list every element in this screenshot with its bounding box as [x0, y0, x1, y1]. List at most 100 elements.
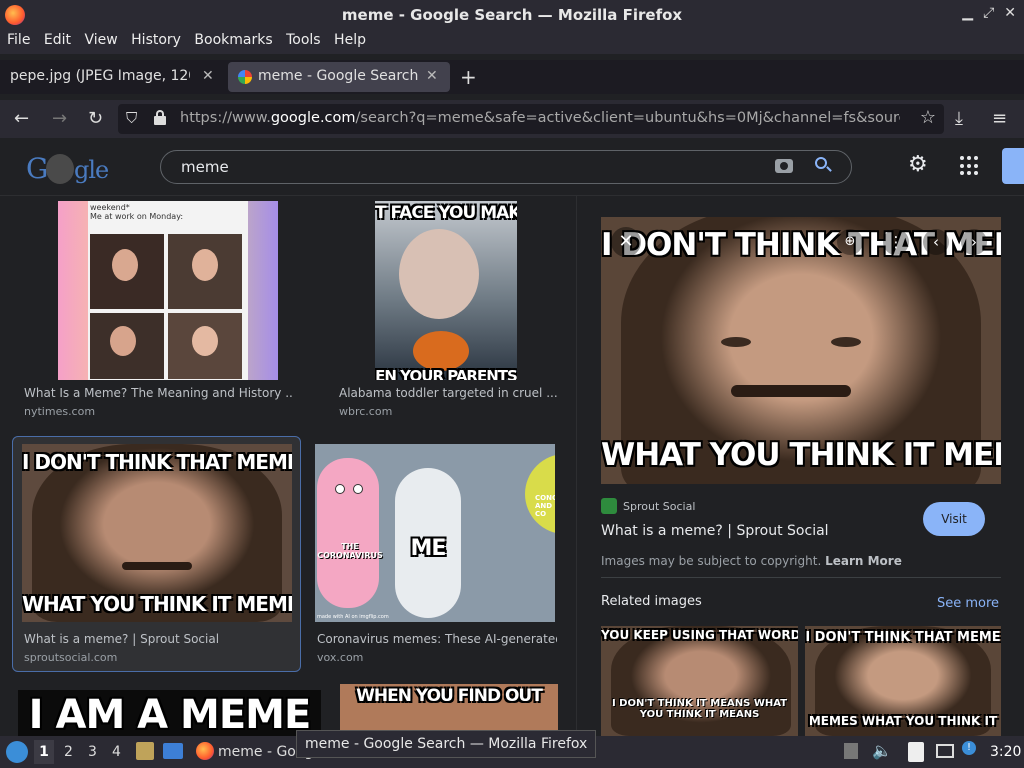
- previous-image-icon[interactable]: ‹: [923, 229, 949, 255]
- image-result-card[interactable]: CONC AND CO THE CORONAVIRUS ME made with…: [306, 436, 566, 672]
- minimize-icon[interactable]: ▁: [962, 5, 973, 21]
- image-result-card[interactable]: WHEN YOU FIND OUT: [340, 684, 558, 736]
- workspace-4[interactable]: 4: [112, 744, 121, 760]
- tab-label: meme - Google Search: [258, 68, 419, 84]
- image-result-card[interactable]: I AM A MEME: [18, 690, 321, 736]
- menu-bookmarks[interactable]: Bookmarks: [194, 32, 272, 48]
- tab-pepe[interactable]: pepe.jpg (JPEG Image, 1200 ✕: [0, 62, 224, 92]
- window-title: meme - Google Search — Mozilla Firefox: [341, 6, 683, 24]
- result-source: nytimes.com: [24, 405, 96, 418]
- image-result-card[interactable]: T FACE YOU MAKI EN YOUR PARENTS Alabama …: [312, 200, 562, 428]
- meme-caption: MEMES WHAT YOU THINK IT: [808, 714, 998, 728]
- start-menu-icon[interactable]: [6, 741, 28, 763]
- image-preview-panel: I DON'T THINK THAT MEMES WHAT YOU THINK …: [576, 196, 1024, 736]
- meme-caption: WHAT YOU THINK IT MEMES: [22, 592, 292, 616]
- learn-more-link[interactable]: Learn More: [825, 554, 902, 568]
- google-header: G gle ⚙: [0, 138, 1024, 196]
- result-thumbnail[interactable]: I DON'T THINK THAT MEMES WHAT YOU THINK …: [22, 444, 292, 622]
- bookmark-star-icon[interactable]: ☆: [920, 107, 936, 128]
- meme-caption: weekend* Me at work on Monday:: [90, 203, 184, 221]
- preview-site-name[interactable]: Sprout Social: [623, 500, 695, 513]
- workspace-2[interactable]: 2: [64, 744, 73, 760]
- url-text[interactable]: https://www.google.com/search?q=meme&saf…: [180, 110, 900, 126]
- workspace-3[interactable]: 3: [88, 744, 97, 760]
- menu-view[interactable]: View: [84, 32, 117, 48]
- reload-icon[interactable]: ↻: [88, 108, 103, 129]
- menu-history[interactable]: History: [131, 32, 181, 48]
- result-title[interactable]: Coronavirus memes: These AI-generated ..…: [317, 632, 557, 646]
- close-tab-icon[interactable]: ✕: [426, 68, 438, 84]
- notification-icon[interactable]: !: [962, 741, 976, 755]
- maximize-icon[interactable]: ⤢: [983, 5, 994, 21]
- meme-caption: made with AI on imgflip.com: [317, 614, 389, 620]
- result-title[interactable]: Alabama toddler targeted in cruel ...: [339, 386, 559, 400]
- window-titlebar: meme - Google Search — Mozilla Firefox ▁…: [0, 0, 1024, 30]
- result-thumbnail[interactable]: I AM A MEME: [18, 690, 321, 736]
- image-result-card-selected[interactable]: I DON'T THINK THAT MEMES WHAT YOU THINK …: [12, 436, 301, 672]
- menu-edit[interactable]: Edit: [44, 32, 71, 48]
- tray-up-icon[interactable]: [844, 743, 858, 759]
- search-icon[interactable]: [815, 157, 832, 172]
- meme-caption: THE CORONAVIRUS: [317, 542, 383, 560]
- workspace-1[interactable]: 1: [34, 740, 54, 764]
- network-icon[interactable]: [936, 744, 954, 758]
- menu-file[interactable]: File: [7, 32, 30, 48]
- result-title[interactable]: What Is a Meme? The Meaning and History …: [24, 386, 294, 400]
- file-manager-icon[interactable]: [136, 742, 154, 760]
- lock-icon[interactable]: [154, 110, 166, 125]
- result-thumbnail[interactable]: CONC AND CO THE CORONAVIRUS ME made with…: [315, 444, 555, 622]
- taskbar-firefox-icon[interactable]: [196, 742, 214, 760]
- visit-button[interactable]: Visit: [923, 502, 985, 536]
- search-box[interactable]: [160, 150, 852, 184]
- menu-bar: File Edit View History Bookmarks Tools H…: [0, 30, 1024, 54]
- forward-icon[interactable]: →: [52, 108, 67, 129]
- see-more-link[interactable]: See more: [937, 596, 999, 611]
- camera-icon[interactable]: [775, 159, 793, 173]
- result-thumbnail[interactable]: weekend* Me at work on Monday:: [58, 201, 278, 380]
- more-options-icon[interactable]: ⋮: [883, 229, 909, 255]
- image-results-grid: weekend* Me at work on Monday: What Is a…: [0, 196, 576, 736]
- clipboard-icon[interactable]: [908, 742, 924, 762]
- result-source: sproutsocial.com: [24, 651, 118, 664]
- back-icon[interactable]: ←: [14, 108, 29, 129]
- settings-gear-icon[interactable]: ⚙: [908, 152, 928, 177]
- next-image-icon[interactable]: ›: [961, 229, 987, 255]
- preview-image[interactable]: I DON'T THINK THAT MEMES WHAT YOU THINK …: [601, 217, 1001, 484]
- menu-help[interactable]: Help: [334, 32, 366, 48]
- meme-caption: I DON'T THINK IT MEANS WHAT YOU THINK IT…: [611, 698, 788, 720]
- related-image[interactable]: I DON'T THINK THAT MEME MEMES WHAT YOU T…: [805, 626, 1001, 736]
- app-menu-icon[interactable]: ≡: [992, 108, 1007, 129]
- shield-icon[interactable]: ⛉: [126, 109, 137, 127]
- clock[interactable]: 3:20: [990, 744, 1021, 760]
- result-thumbnail[interactable]: T FACE YOU MAKI EN YOUR PARENTS: [375, 201, 517, 380]
- meme-caption: CONC AND CO: [535, 494, 555, 518]
- close-window-icon[interactable]: ✕: [1004, 5, 1016, 21]
- result-thumbnail[interactable]: WHEN YOU FIND OUT: [340, 684, 558, 736]
- preview-title[interactable]: What is a meme? | Sprout Social: [601, 523, 829, 539]
- new-tab-icon[interactable]: +: [460, 65, 477, 89]
- close-preview-icon[interactable]: ✕: [611, 227, 641, 257]
- downloads-icon[interactable]: ⤓: [955, 108, 963, 129]
- tab-label: pepe.jpg (JPEG Image, 1200: [10, 68, 190, 84]
- meme-caption: YOU KEEP USING THAT WORD.: [601, 628, 798, 642]
- close-tab-icon[interactable]: ✕: [202, 68, 214, 84]
- desktop-icon[interactable]: [163, 743, 183, 759]
- meme-caption: WHAT YOU THINK IT MEMES: [601, 437, 1001, 473]
- meme-caption: I DON'T THINK THAT MEMES: [22, 450, 292, 474]
- search-input[interactable]: [181, 157, 741, 177]
- google-doodle-logo[interactable]: G gle: [26, 152, 116, 186]
- tab-google-search[interactable]: meme - Google Search ✕: [228, 62, 450, 92]
- menu-tools[interactable]: Tools: [286, 32, 321, 48]
- sign-in-button[interactable]: [1002, 148, 1024, 184]
- share-icon[interactable]: ⊕: [837, 229, 863, 255]
- related-image[interactable]: YOU KEEP USING THAT WORD. I DON'T THINK …: [601, 626, 798, 736]
- meme-caption: ME: [410, 536, 447, 561]
- volume-icon[interactable]: 🔈: [872, 741, 892, 760]
- image-result-card[interactable]: weekend* Me at work on Monday: What Is a…: [14, 200, 300, 428]
- url-bar[interactable]: ⛉ https://www.google.com/search?q=meme&s…: [118, 104, 944, 134]
- meme-caption: EN YOUR PARENTS: [375, 367, 517, 380]
- tab-tooltip: meme - Google Search — Mozilla Firefox: [296, 730, 597, 758]
- related-images-heading: Related images: [601, 594, 702, 609]
- google-apps-icon[interactable]: [960, 156, 980, 176]
- result-title[interactable]: What is a meme? | Sprout Social: [24, 632, 294, 646]
